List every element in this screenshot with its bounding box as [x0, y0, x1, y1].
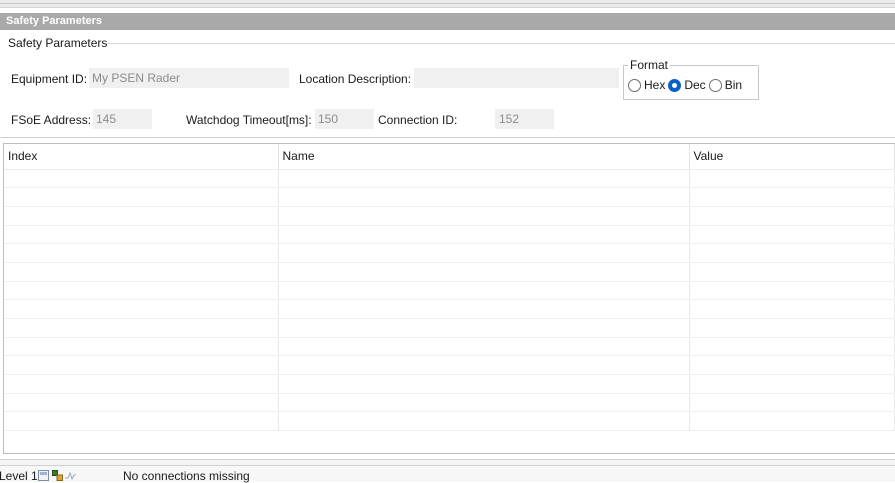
radio-hex-label: Hex: [644, 78, 666, 92]
column-header-value[interactable]: Value: [689, 144, 895, 170]
format-legend: Format: [628, 58, 671, 72]
radio-dec-label: Dec: [684, 78, 706, 92]
radio-dec-circle[interactable]: [668, 78, 682, 92]
column-header-index[interactable]: Index: [4, 144, 279, 170]
table-cell[interactable]: [278, 393, 690, 413]
table-row[interactable]: [4, 262, 895, 282]
status-bar: Level 1 No connections missing: [0, 466, 895, 483]
fsoe-address-label: FSoE Address:: [11, 113, 92, 127]
radio-hex-circle[interactable]: [628, 78, 641, 92]
table-row[interactable]: [4, 393, 895, 413]
status-separator: [0, 459, 895, 466]
parameters-table[interactable]: Index Name Value: [3, 143, 895, 454]
table-row[interactable]: [4, 374, 895, 394]
table-cell[interactable]: [689, 355, 895, 376]
table-cell[interactable]: [689, 374, 895, 394]
table-row[interactable]: [4, 243, 895, 263]
radio-bin-circle[interactable]: [708, 78, 722, 92]
group-divider: [106, 43, 895, 44]
radio-bin[interactable]: Bin: [708, 78, 743, 92]
table-cell[interactable]: [4, 262, 279, 282]
table-cell[interactable]: [689, 206, 895, 226]
table-cell[interactable]: [4, 243, 279, 263]
table-cell[interactable]: [278, 169, 690, 189]
table-row[interactable]: [4, 411, 895, 432]
format-radio-group: Hex Dec Bin: [628, 78, 745, 92]
activity-graph-icon[interactable]: [65, 470, 76, 481]
table-cell[interactable]: [4, 318, 279, 338]
table-cell[interactable]: [689, 169, 895, 189]
table-row[interactable]: [4, 225, 895, 245]
table-cell[interactable]: [278, 281, 690, 301]
radio-hex[interactable]: Hex: [628, 78, 665, 92]
table-cell[interactable]: [689, 262, 895, 282]
status-level: Level 1: [0, 469, 38, 483]
table-cell[interactable]: [278, 299, 690, 319]
table-cell[interactable]: [689, 187, 895, 207]
table-cell[interactable]: [689, 411, 895, 432]
table-row[interactable]: [4, 187, 895, 207]
table-row[interactable]: [4, 169, 895, 189]
table-row[interactable]: [4, 281, 895, 301]
table-cell[interactable]: [278, 374, 690, 394]
table-row[interactable]: [4, 355, 895, 376]
table-cell[interactable]: [4, 355, 279, 376]
table-cell[interactable]: [689, 281, 895, 301]
table-row[interactable]: [4, 206, 895, 226]
fsoe-address-field[interactable]: 145: [93, 109, 152, 129]
table-cell[interactable]: [278, 355, 690, 376]
connection-id-label: Connection ID:: [378, 113, 458, 127]
table-cell[interactable]: [689, 318, 895, 338]
table-cell[interactable]: [4, 225, 279, 245]
network-devices-icon[interactable]: [52, 470, 63, 481]
table-row[interactable]: [4, 299, 895, 319]
watchdog-timeout-field[interactable]: 150: [315, 109, 374, 129]
table-row[interactable]: [4, 318, 895, 338]
table-cell[interactable]: [4, 206, 279, 226]
table-cell[interactable]: [278, 187, 690, 207]
table-cell[interactable]: [4, 374, 279, 394]
table-cell[interactable]: [689, 299, 895, 319]
table-cell[interactable]: [4, 281, 279, 301]
table-cell[interactable]: [4, 187, 279, 207]
location-description-label: Location Description:: [299, 72, 412, 86]
table-cell[interactable]: [689, 243, 895, 263]
table-cell[interactable]: [278, 337, 690, 357]
group-caption: Safety Parameters: [8, 36, 108, 50]
equipment-id-field[interactable]: My PSEN Rader: [89, 68, 289, 88]
table-cell[interactable]: [278, 318, 690, 338]
window-icon[interactable]: [38, 470, 49, 481]
table-cell[interactable]: [278, 243, 690, 263]
table-cell[interactable]: [689, 225, 895, 245]
table-cell[interactable]: [4, 337, 279, 357]
safety-parameters-group: Safety Parameters Equipment ID: My PSEN …: [0, 30, 895, 138]
table-cell[interactable]: [689, 337, 895, 357]
location-description-field[interactable]: [414, 68, 619, 88]
table-header-row: Index Name Value: [4, 144, 895, 170]
radio-dec[interactable]: Dec: [668, 78, 706, 92]
table-row[interactable]: [4, 337, 895, 357]
table-cell[interactable]: [278, 262, 690, 282]
panel-title-bar: Safety Parameters: [0, 13, 895, 30]
watchdog-timeout-label: Watchdog Timeout[ms]:: [186, 113, 312, 127]
table-cell[interactable]: [278, 225, 690, 245]
table-cell[interactable]: [689, 393, 895, 413]
table-cell[interactable]: [4, 393, 279, 413]
radio-bin-label: Bin: [724, 78, 743, 92]
table-cell[interactable]: [278, 206, 690, 226]
table-cell[interactable]: [4, 169, 279, 189]
format-group: Format Hex Dec Bin: [623, 58, 759, 100]
column-header-name[interactable]: Name: [278, 144, 690, 170]
table-cell[interactable]: [278, 411, 690, 432]
table-cell[interactable]: [4, 411, 279, 432]
equipment-id-label: Equipment ID:: [11, 72, 88, 86]
table-body: [4, 169, 895, 432]
status-message: No connections missing: [123, 469, 250, 483]
top-separator: [0, 0, 895, 8]
connection-id-field[interactable]: 152: [495, 109, 554, 129]
table-cell[interactable]: [4, 299, 279, 319]
